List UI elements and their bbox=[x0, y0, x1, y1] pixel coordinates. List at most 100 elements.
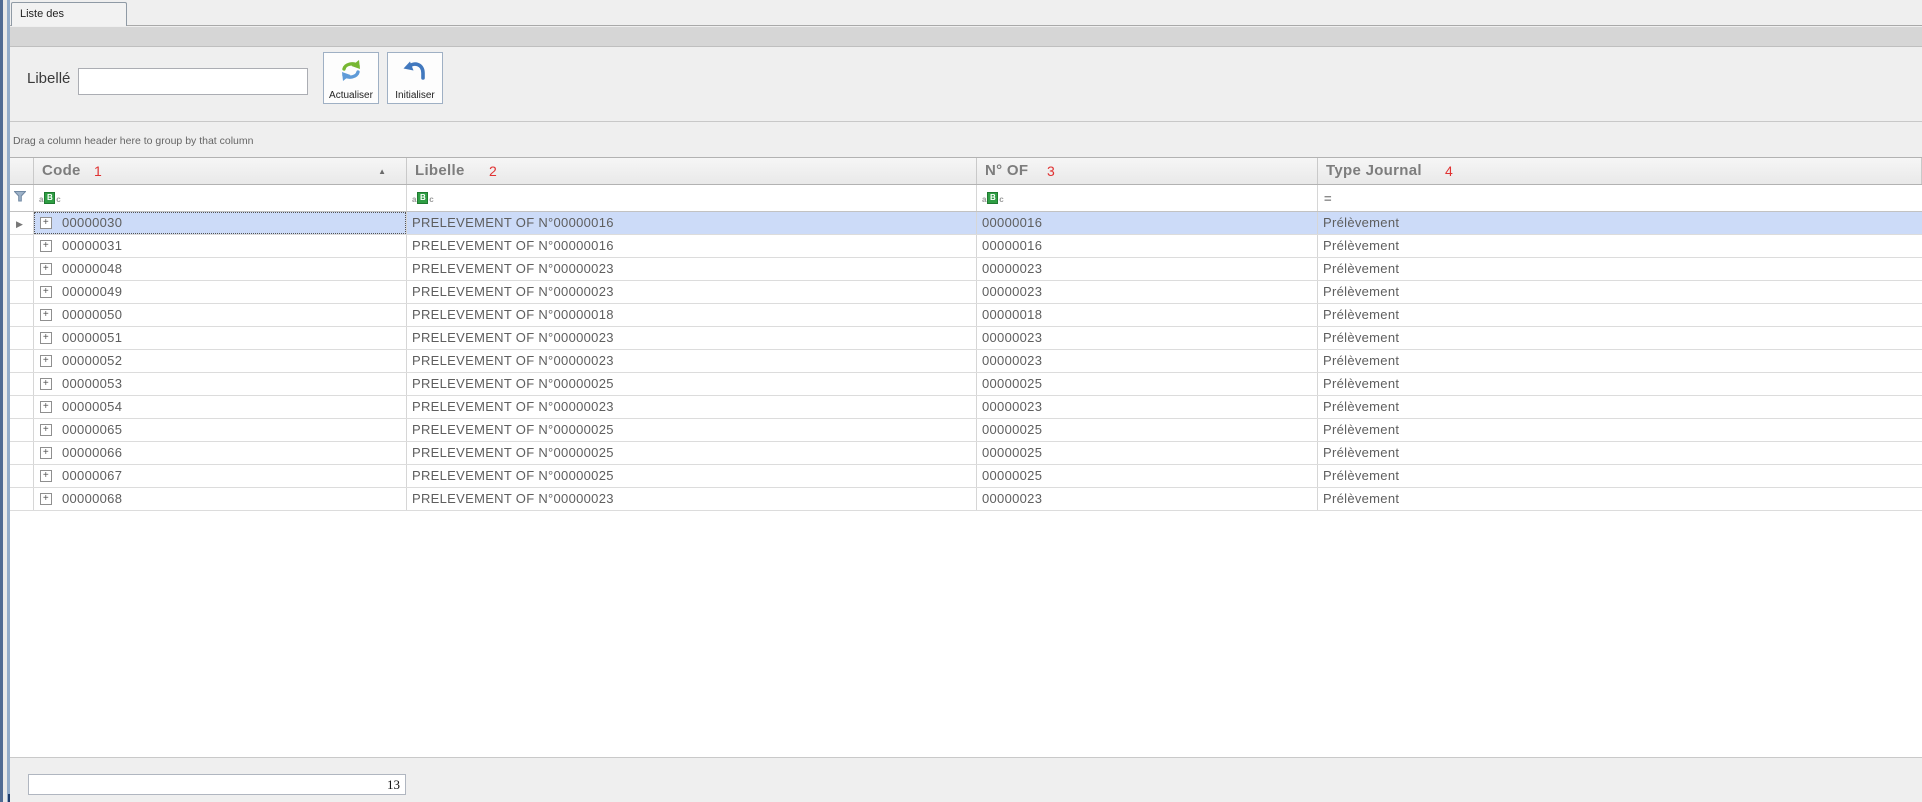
cell-type-journal[interactable]: Prélèvement bbox=[1318, 419, 1922, 441]
cell-nof[interactable]: 00000023 bbox=[977, 488, 1318, 510]
cell-libelle[interactable]: PRELEVEMENT OF N°00000025 bbox=[407, 465, 977, 487]
table-row[interactable]: ▶ + 00000050 PRELEVEMENT OF N°00000018 0… bbox=[10, 304, 1922, 327]
cell-code[interactable]: + 00000051 bbox=[34, 327, 407, 349]
cell-nof[interactable]: 00000023 bbox=[977, 350, 1318, 372]
cell-nof[interactable]: 00000025 bbox=[977, 373, 1318, 395]
cell-code[interactable]: + 00000067 bbox=[34, 465, 407, 487]
expand-plus-icon[interactable]: + bbox=[40, 378, 52, 390]
expand-plus-icon[interactable]: + bbox=[40, 355, 52, 367]
cell-nof[interactable]: 00000025 bbox=[977, 465, 1318, 487]
cell-type-journal[interactable]: Prélèvement bbox=[1318, 442, 1922, 464]
table-row[interactable]: ▶ + 00000067 PRELEVEMENT OF N°00000025 0… bbox=[10, 465, 1922, 488]
cell-nof[interactable]: 00000023 bbox=[977, 396, 1318, 418]
cell-libelle[interactable]: PRELEVEMENT OF N°00000023 bbox=[407, 327, 977, 349]
cell-nof[interactable]: 00000023 bbox=[977, 258, 1318, 280]
cell-nof[interactable]: 00000023 bbox=[977, 327, 1318, 349]
cell-nof[interactable]: 00000018 bbox=[977, 304, 1318, 326]
column-header-libelle[interactable]: Libelle 2 bbox=[407, 158, 977, 184]
nof-value: 00000025 bbox=[982, 445, 1042, 460]
cell-libelle[interactable]: PRELEVEMENT OF N°00000023 bbox=[407, 396, 977, 418]
cell-nof[interactable]: 00000016 bbox=[977, 212, 1318, 234]
cell-type-journal[interactable]: Prélèvement bbox=[1318, 465, 1922, 487]
expand-plus-icon[interactable]: + bbox=[40, 447, 52, 459]
cell-code[interactable]: + 00000050 bbox=[34, 304, 407, 326]
expand-plus-icon[interactable]: + bbox=[40, 263, 52, 275]
cell-type-journal[interactable]: Prélèvement bbox=[1318, 258, 1922, 280]
cell-code[interactable]: + 00000065 bbox=[34, 419, 407, 441]
filter-cell-code[interactable]: aBc bbox=[34, 185, 407, 211]
cell-type-journal[interactable]: Prélèvement bbox=[1318, 281, 1922, 303]
cell-code[interactable]: + 00000052 bbox=[34, 350, 407, 372]
table-row[interactable]: ▶ + 00000031 PRELEVEMENT OF N°00000016 0… bbox=[10, 235, 1922, 258]
tab-liste-des-prelevements[interactable]: Liste des prelevements bbox=[11, 2, 127, 26]
table-row[interactable]: ▶ + 00000051 PRELEVEMENT OF N°00000023 0… bbox=[10, 327, 1922, 350]
cell-libelle[interactable]: PRELEVEMENT OF N°00000016 bbox=[407, 212, 977, 234]
expand-plus-icon[interactable]: + bbox=[40, 401, 52, 413]
cell-nof[interactable]: 00000016 bbox=[977, 235, 1318, 257]
table-row[interactable]: ▶ + 00000030 PRELEVEMENT OF N°00000016 0… bbox=[10, 212, 1922, 235]
table-row[interactable]: ▶ + 00000049 PRELEVEMENT OF N°00000023 0… bbox=[10, 281, 1922, 304]
cell-libelle[interactable]: PRELEVEMENT OF N°00000023 bbox=[407, 281, 977, 303]
cell-nof[interactable]: 00000025 bbox=[977, 419, 1318, 441]
cell-code[interactable]: + 00000048 bbox=[34, 258, 407, 280]
filter-indicator-cell bbox=[10, 185, 34, 211]
expand-plus-icon[interactable]: + bbox=[40, 217, 52, 229]
cell-code[interactable]: + 00000068 bbox=[34, 488, 407, 510]
table-row[interactable]: ▶ + 00000068 PRELEVEMENT OF N°00000023 0… bbox=[10, 488, 1922, 511]
libelle-value: PRELEVEMENT OF N°00000018 bbox=[412, 307, 614, 322]
libelle-input[interactable] bbox=[78, 68, 308, 95]
cell-code[interactable]: + 00000030 bbox=[34, 212, 407, 234]
cell-code[interactable]: + 00000031 bbox=[34, 235, 407, 257]
refresh-button[interactable]: Actualiser bbox=[323, 52, 379, 104]
reset-button[interactable]: Initialiser bbox=[387, 52, 443, 104]
cell-libelle[interactable]: PRELEVEMENT OF N°00000018 bbox=[407, 304, 977, 326]
cell-type-journal[interactable]: Prélèvement bbox=[1318, 235, 1922, 257]
nof-value: 00000016 bbox=[982, 215, 1042, 230]
filter-cell-nof[interactable]: aBc bbox=[977, 185, 1318, 211]
cell-libelle[interactable]: PRELEVEMENT OF N°00000025 bbox=[407, 419, 977, 441]
column-header-nof[interactable]: N° OF 3 bbox=[977, 158, 1318, 184]
cell-code[interactable]: + 00000066 bbox=[34, 442, 407, 464]
cell-libelle[interactable]: PRELEVEMENT OF N°00000023 bbox=[407, 350, 977, 372]
table-row[interactable]: ▶ + 00000053 PRELEVEMENT OF N°00000025 0… bbox=[10, 373, 1922, 396]
cell-type-journal[interactable]: Prélèvement bbox=[1318, 488, 1922, 510]
annotation-number: 1 bbox=[94, 163, 102, 179]
column-header-type-journal[interactable]: Type Journal 4 bbox=[1318, 158, 1922, 184]
cell-nof[interactable]: 00000023 bbox=[977, 281, 1318, 303]
cell-type-journal[interactable]: Prélèvement bbox=[1318, 212, 1922, 234]
expand-plus-icon[interactable]: + bbox=[40, 424, 52, 436]
cell-libelle[interactable]: PRELEVEMENT OF N°00000025 bbox=[407, 442, 977, 464]
expand-plus-icon[interactable]: + bbox=[40, 309, 52, 321]
expand-plus-icon[interactable]: + bbox=[40, 493, 52, 505]
cell-type-journal[interactable]: Prélèvement bbox=[1318, 327, 1922, 349]
expand-plus-icon[interactable]: + bbox=[40, 332, 52, 344]
cell-code[interactable]: + 00000054 bbox=[34, 396, 407, 418]
filter-cell-libelle[interactable]: aBc bbox=[407, 185, 977, 211]
group-by-panel[interactable]: Drag a column header here to group by th… bbox=[10, 123, 1922, 157]
table-row[interactable]: ▶ + 00000052 PRELEVEMENT OF N°00000023 0… bbox=[10, 350, 1922, 373]
cell-type-journal[interactable]: Prélèvement bbox=[1318, 304, 1922, 326]
cell-type-journal[interactable]: Prélèvement bbox=[1318, 373, 1922, 395]
libelle-value: PRELEVEMENT OF N°00000023 bbox=[412, 330, 614, 345]
cell-code[interactable]: + 00000049 bbox=[34, 281, 407, 303]
expand-plus-icon[interactable]: + bbox=[40, 470, 52, 482]
libelle-value: PRELEVEMENT OF N°00000025 bbox=[412, 468, 614, 483]
cell-libelle[interactable]: PRELEVEMENT OF N°00000016 bbox=[407, 235, 977, 257]
data-grid: Code 1 ▲ Libelle 2 N° OF 3 Type Journal … bbox=[10, 157, 1922, 802]
cell-type-journal[interactable]: Prélèvement bbox=[1318, 350, 1922, 372]
table-row[interactable]: ▶ + 00000066 PRELEVEMENT OF N°00000025 0… bbox=[10, 442, 1922, 465]
cell-type-journal[interactable]: Prélèvement bbox=[1318, 396, 1922, 418]
cell-libelle[interactable]: PRELEVEMENT OF N°00000023 bbox=[407, 488, 977, 510]
table-row[interactable]: ▶ + 00000054 PRELEVEMENT OF N°00000023 0… bbox=[10, 396, 1922, 419]
cell-code[interactable]: + 00000053 bbox=[34, 373, 407, 395]
cell-nof[interactable]: 00000025 bbox=[977, 442, 1318, 464]
cell-libelle[interactable]: PRELEVEMENT OF N°00000025 bbox=[407, 373, 977, 395]
expand-plus-icon[interactable]: + bbox=[40, 240, 52, 252]
cell-libelle[interactable]: PRELEVEMENT OF N°00000023 bbox=[407, 258, 977, 280]
table-row[interactable]: ▶ + 00000048 PRELEVEMENT OF N°00000023 0… bbox=[10, 258, 1922, 281]
filter-cell-type-journal[interactable]: = bbox=[1318, 185, 1922, 211]
row-indicator-cell: ▶ bbox=[10, 442, 34, 464]
expand-plus-icon[interactable]: + bbox=[40, 286, 52, 298]
column-header-code[interactable]: Code 1 ▲ bbox=[34, 158, 407, 184]
table-row[interactable]: ▶ + 00000065 PRELEVEMENT OF N°00000025 0… bbox=[10, 419, 1922, 442]
